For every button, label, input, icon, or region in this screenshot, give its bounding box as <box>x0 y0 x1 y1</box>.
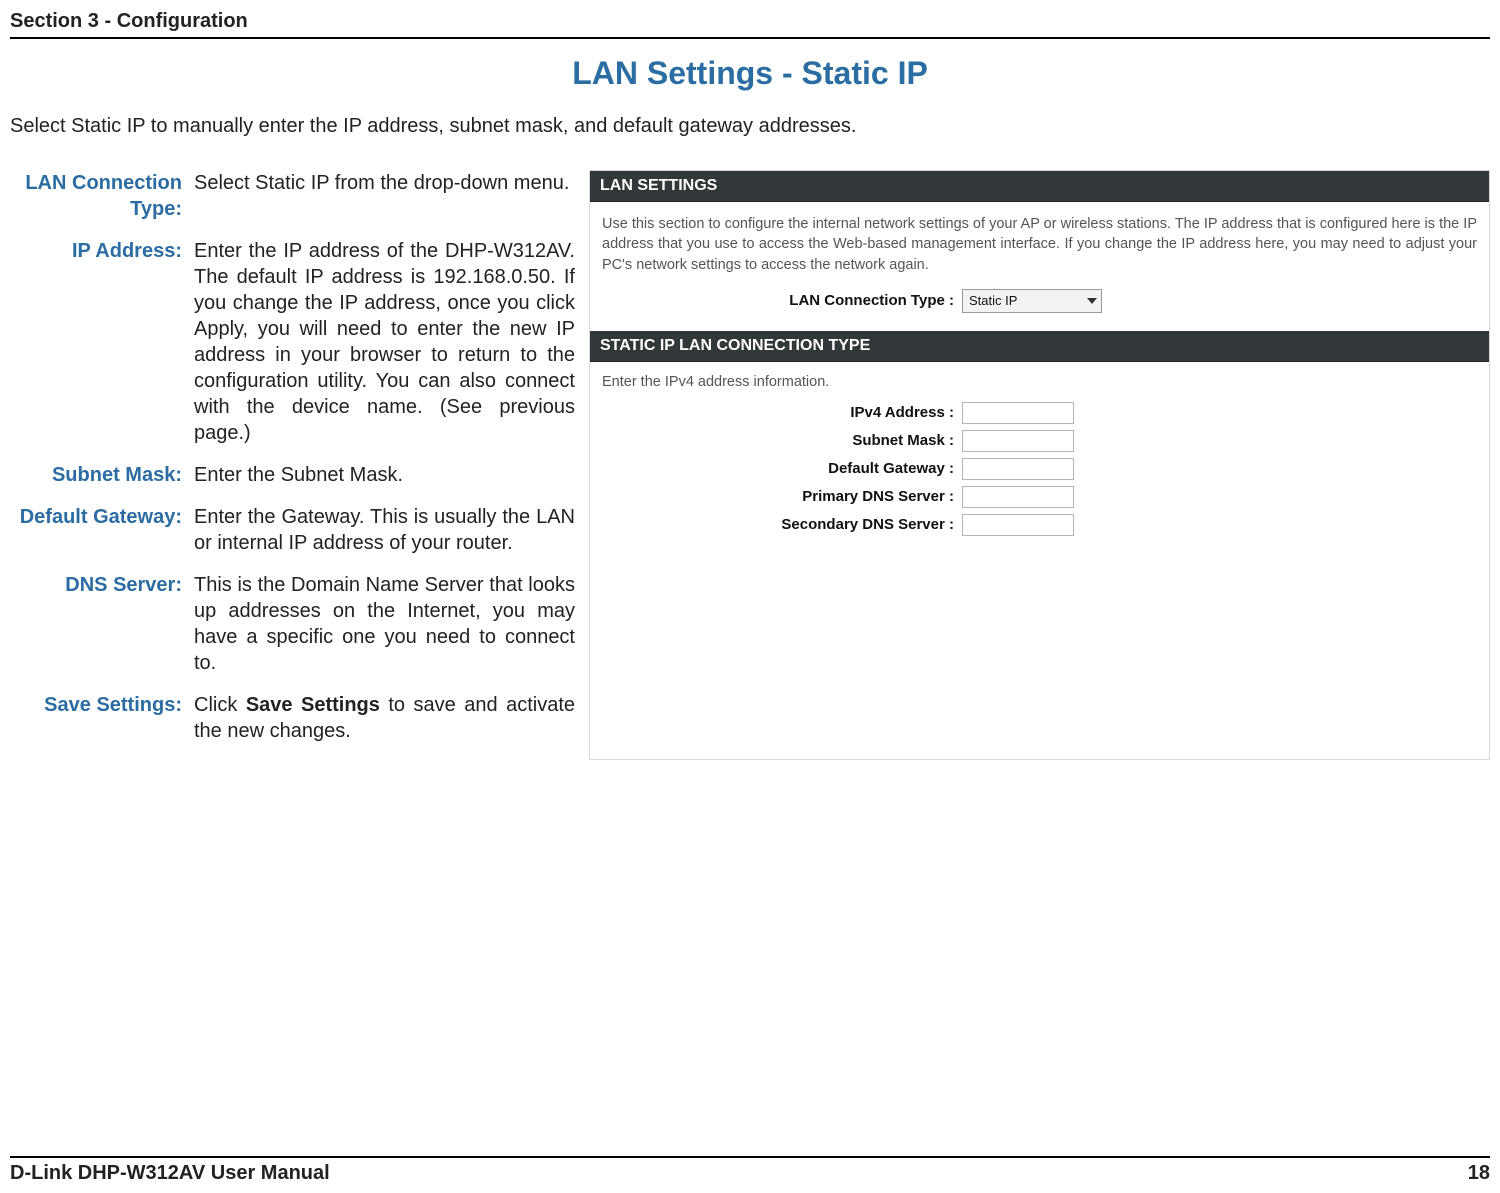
sdns-label: Secondary DNS Server : <box>602 516 962 533</box>
def-dns: DNS Server: This is the Domain Name Serv… <box>10 572 575 676</box>
static-ip-panel-body: Enter the IPv4 address information. IPv4… <box>590 362 1489 554</box>
def-lan-type: LAN Connection Type: Select Static IP fr… <box>10 170 575 222</box>
lan-settings-desc: Use this section to configure the intern… <box>602 214 1477 275</box>
lan-conn-type-label: LAN Connection Type : <box>602 292 962 309</box>
subnet-label: Subnet Mask : <box>602 432 962 449</box>
lan-conn-type-row: LAN Connection Type : Static IP <box>602 289 1477 313</box>
intro-text: Select Static IP to manually enter the I… <box>10 115 1490 138</box>
def-body: Select Static IP from the drop-down menu… <box>194 170 575 222</box>
def-label: Default Gateway: <box>10 504 182 556</box>
lan-conn-type-select[interactable]: Static IP <box>962 289 1102 313</box>
definitions-column: LAN Connection Type: Select Static IP fr… <box>10 170 575 760</box>
def-label: DNS Server: <box>10 572 182 676</box>
gateway-input[interactable] <box>962 458 1074 480</box>
def-body: Enter the IP address of the DHP-W312AV. … <box>194 238 575 446</box>
chevron-down-icon <box>1087 298 1097 304</box>
ui-screenshot: LAN SETTINGS Use this section to configu… <box>589 170 1490 760</box>
def-ip: IP Address: Enter the IP address of the … <box>10 238 575 446</box>
def-body-bold: Save Settings <box>246 694 380 716</box>
pdns-label: Primary DNS Server : <box>602 488 962 505</box>
def-subnet: Subnet Mask: Enter the Subnet Mask. <box>10 462 575 488</box>
content-area: LAN Connection Type: Select Static IP fr… <box>10 170 1490 760</box>
sdns-input[interactable] <box>962 514 1074 536</box>
def-label: Subnet Mask: <box>10 462 182 488</box>
subnet-input[interactable] <box>962 430 1074 452</box>
subnet-row: Subnet Mask : <box>602 430 1477 452</box>
lan-settings-panel-title: LAN SETTINGS <box>590 171 1489 202</box>
lan-conn-type-value: Static IP <box>969 293 1017 308</box>
lan-settings-panel-body: Use this section to configure the intern… <box>590 202 1489 331</box>
def-save: Save Settings: Click Save Settings to sa… <box>10 692 575 744</box>
def-body: Enter the Subnet Mask. <box>194 462 575 488</box>
footer-page-number: 18 <box>1468 1162 1490 1185</box>
static-ip-panel-title: STATIC IP LAN CONNECTION TYPE <box>590 331 1489 362</box>
def-label: LAN Connection Type: <box>10 170 182 222</box>
section-header: Section 3 - Configuration <box>10 10 1490 39</box>
ipv4-input[interactable] <box>962 402 1074 424</box>
static-ip-desc: Enter the IPv4 address information. <box>602 374 1477 390</box>
ipv4-row: IPv4 Address : <box>602 402 1477 424</box>
pdns-input[interactable] <box>962 486 1074 508</box>
def-body-pre: Click <box>194 694 246 716</box>
gateway-row: Default Gateway : <box>602 458 1477 480</box>
page-footer: D-Link DHP-W312AV User Manual 18 <box>10 1156 1490 1185</box>
gateway-label: Default Gateway : <box>602 460 962 477</box>
def-gateway: Default Gateway: Enter the Gateway. This… <box>10 504 575 556</box>
footer-left: D-Link DHP-W312AV User Manual <box>10 1162 330 1185</box>
def-body: This is the Domain Name Server that look… <box>194 572 575 676</box>
def-body: Enter the Gateway. This is usually the L… <box>194 504 575 556</box>
def-label: Save Settings: <box>10 692 182 744</box>
ipv4-label: IPv4 Address : <box>602 404 962 421</box>
sdns-row: Secondary DNS Server : <box>602 514 1477 536</box>
def-label: IP Address: <box>10 238 182 446</box>
def-body: Click Save Settings to save and activate… <box>194 692 575 744</box>
page-title: LAN Settings - Static IP <box>0 55 1500 92</box>
pdns-row: Primary DNS Server : <box>602 486 1477 508</box>
